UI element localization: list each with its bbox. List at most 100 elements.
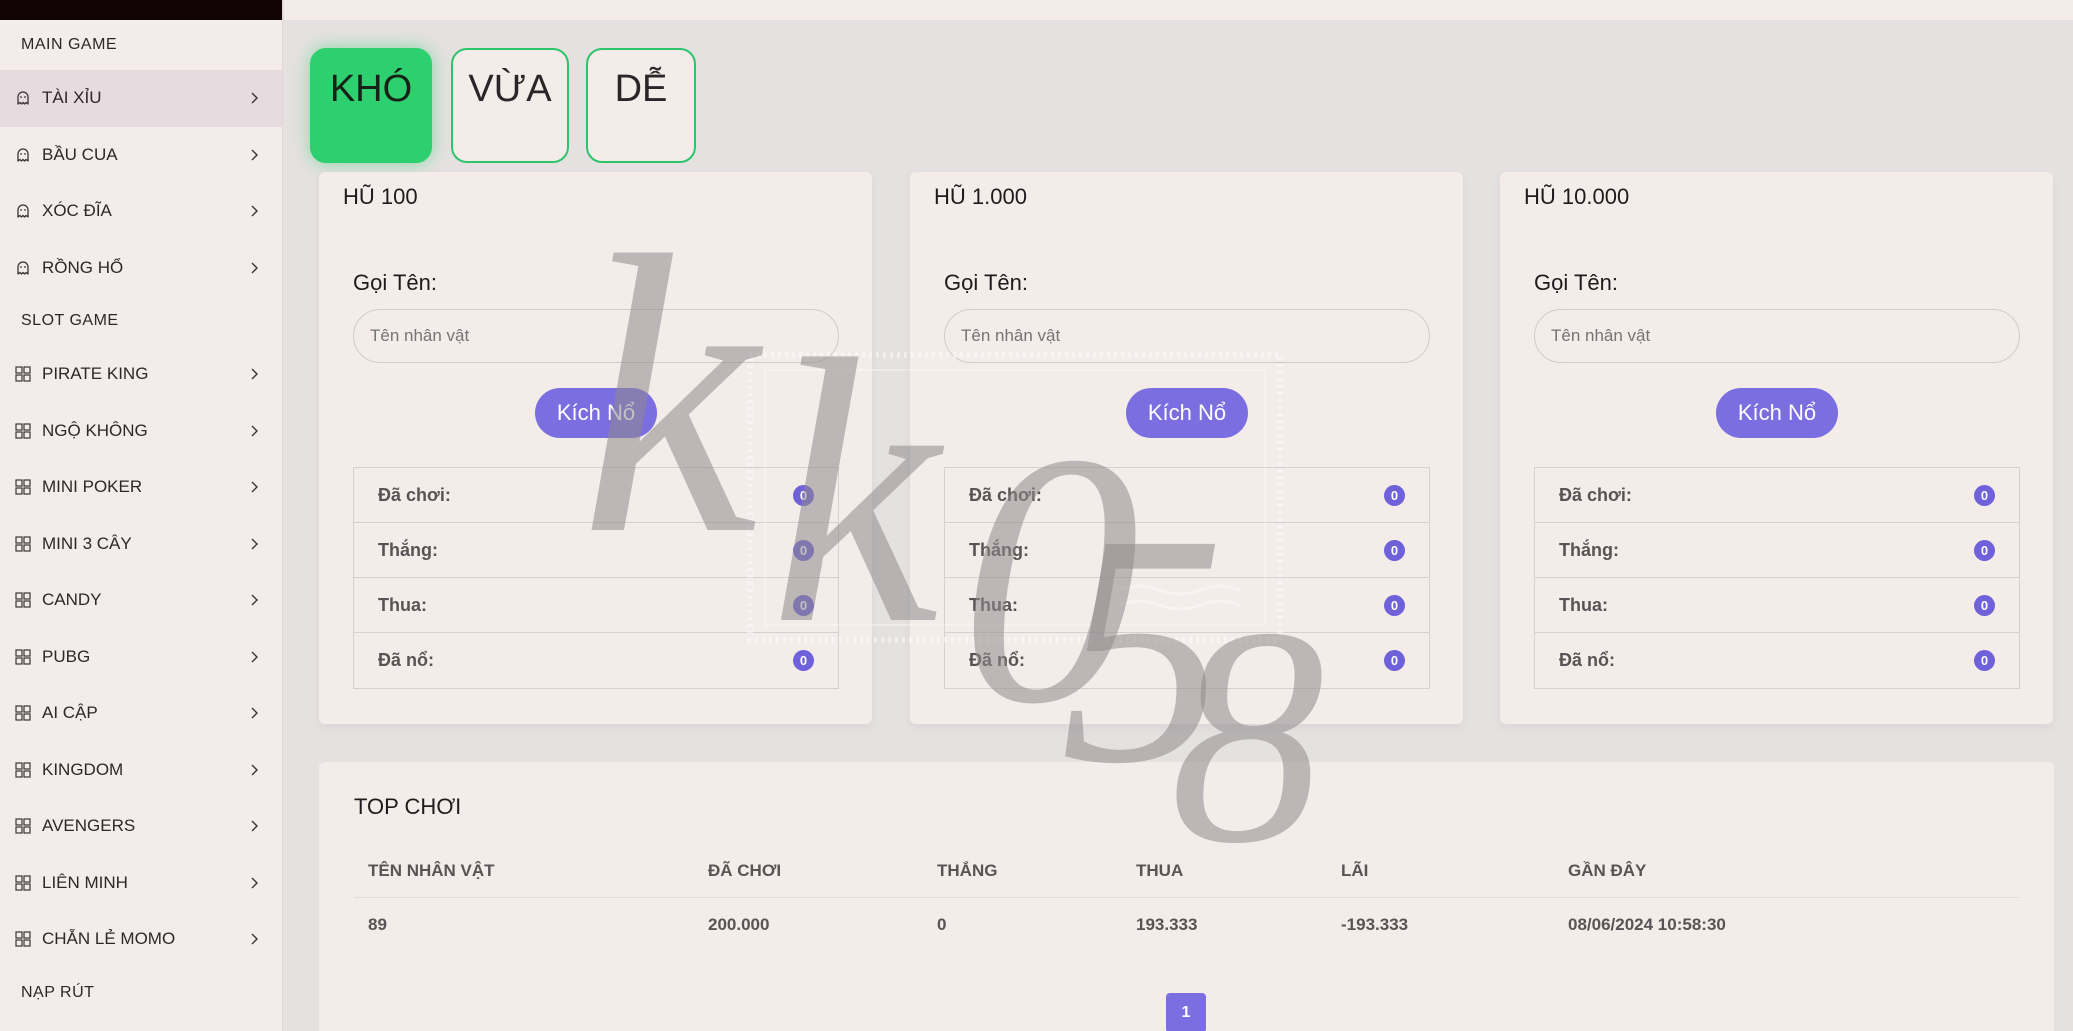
stat-badge: 0: [1384, 594, 1405, 616]
table-cell: 193.333: [1136, 914, 1198, 934]
stats-list: Đã chơi: 0 Thắng: 0 Thua: 0 Đã nổ: 0: [353, 467, 839, 689]
column-header: THẮNG: [937, 861, 998, 880]
chevron-right-icon: [248, 481, 260, 493]
stat-label: Đã nổ:: [1559, 650, 1615, 670]
sidebar-item-mini-poker[interactable]: MINI POKER: [0, 459, 282, 516]
sidebar-item-chan-le-momo[interactable]: CHẴN LẺ MOMO: [0, 911, 282, 968]
sidebar-item-ngo-khong[interactable]: NGỘ KHÔNG: [0, 403, 282, 460]
stat-label: Đã chơi:: [378, 484, 451, 505]
tab-de[interactable]: DỄ: [586, 48, 696, 163]
column-header: THUA: [1136, 861, 1184, 880]
stat-badge: 0: [793, 650, 814, 671]
sidebar-item-label: TÀI XỈU: [42, 88, 102, 108]
sidebar-item-label: LIÊN MINH: [42, 872, 128, 892]
sidebar-item-rong-ho[interactable]: RỒNG HỔ: [0, 240, 282, 297]
stat-label: Thắng:: [969, 539, 1029, 560]
grid-icon: [14, 817, 32, 835]
sidebar-item-label: MINI POKER: [42, 477, 143, 497]
chevron-right-icon: [248, 594, 260, 606]
grid-icon: [14, 648, 32, 666]
sidebar-item-pubg[interactable]: PUBG: [0, 629, 282, 686]
stat-won: Thắng: 0: [945, 523, 1429, 578]
stat-label: Thua:: [1559, 594, 1608, 615]
stat-label: Thua:: [378, 594, 427, 615]
stat-played: Đã chơi: 0: [354, 468, 838, 523]
sidebar-item-candy[interactable]: CANDY: [0, 572, 282, 629]
chevron-right-icon: [248, 205, 260, 217]
stat-lost: Thua: 0: [1535, 578, 2019, 633]
stats-list: Đã chơi: 0 Thắng: 0 Thua: 0 Đã nổ: 0: [944, 467, 1430, 689]
top-players-table: TÊN NHÂN VẬT ĐÃ CHƠI THẮNG THUA LÃI GẦN …: [354, 845, 2019, 951]
card-title: HŨ 1.000: [934, 184, 1027, 209]
chevron-right-icon: [248, 820, 260, 832]
sidebar-item-ai-cap[interactable]: AI CẬP: [0, 685, 282, 742]
column-header: ĐÃ CHƠI: [708, 861, 782, 880]
section-title-nap-rut: NẠP RÚT: [21, 983, 95, 1001]
column-header: GẦN ĐÂY: [1568, 861, 1647, 880]
stat-label: Đã nổ:: [969, 650, 1025, 670]
character-name-input[interactable]: [1534, 309, 2020, 363]
sidebar-item-bau-cua[interactable]: BẦU CUA: [0, 127, 282, 184]
stat-badge: 0: [1384, 484, 1405, 506]
chevron-right-icon: [248, 92, 260, 104]
stat-label: Đã chơi:: [969, 484, 1042, 505]
sidebar-item-tai-xiu[interactable]: TÀI XỈU: [0, 70, 282, 127]
chevron-right-icon: [248, 877, 260, 889]
chevron-right-icon: [248, 425, 260, 437]
trigger-jackpot-button[interactable]: Kích Nổ: [1126, 388, 1248, 438]
stat-won: Thắng: 0: [1535, 523, 2019, 578]
tab-vua[interactable]: VỪA: [451, 48, 569, 163]
stat-label: Đã nổ:: [378, 650, 434, 670]
sidebar-item-label: MINI 3 CÂY: [42, 533, 132, 553]
stat-lost: Thua: 0: [945, 578, 1429, 633]
sidebar-item-label: CANDY: [42, 590, 102, 610]
sidebar-item-label: PIRATE KING: [42, 364, 149, 384]
grid-icon: [14, 535, 32, 553]
stat-exploded: Đã nổ: 0: [354, 633, 838, 688]
grid-icon: [14, 761, 32, 779]
grid-icon: [14, 930, 32, 948]
chevron-right-icon: [248, 538, 260, 550]
difficulty-tabs: KHÓ VỪA DỄ: [310, 48, 696, 163]
tab-kho[interactable]: KHÓ: [310, 48, 432, 163]
sidebar-item-label: AI CẬP: [42, 703, 98, 723]
column-header: TÊN NHÂN VẬT: [368, 861, 495, 880]
name-label: Gọi Tên:: [353, 270, 437, 295]
table-cell: 0: [937, 914, 947, 934]
character-name-input[interactable]: [353, 309, 839, 363]
sidebar-item-label: NGỘ KHÔNG: [42, 420, 148, 440]
column-header: LÃI: [1341, 861, 1369, 880]
sidebar-item-avengers[interactable]: AVENGERS: [0, 798, 282, 855]
grid-icon: [14, 365, 32, 383]
table-header: TÊN NHÂN VẬT ĐÃ CHƠI THẮNG THUA LÃI GẦN …: [354, 845, 2019, 898]
sidebar-item-lien-minh[interactable]: LIÊN MINH: [0, 855, 282, 912]
name-label: Gọi Tên:: [1534, 270, 1618, 295]
sidebar-item-pirate-king[interactable]: PIRATE KING: [0, 346, 282, 403]
jackpot-card-1000: HŨ 1.000 Gọi Tên: Kích Nổ Đã chơi: 0 Thắn…: [910, 172, 1463, 724]
trigger-jackpot-button[interactable]: Kích Nổ: [535, 388, 657, 438]
sidebar-item-label: PUBG: [42, 646, 91, 666]
chevron-right-icon: [248, 707, 260, 719]
stat-won: Thắng: 0: [354, 523, 838, 578]
chevron-right-icon: [248, 651, 260, 663]
stat-badge: 0: [1384, 539, 1405, 561]
sidebar-item-xoc-dia[interactable]: XÓC ĐĨA: [0, 183, 282, 240]
sidebar-item-mini-3-cay[interactable]: MINI 3 CÂY: [0, 516, 282, 573]
stat-badge: 0: [1974, 650, 1995, 671]
brand-bar: [0, 0, 282, 20]
stat-badge: 0: [793, 594, 814, 616]
table-cell: 89: [368, 914, 387, 934]
card-title: HŨ 10.000: [1524, 184, 1630, 209]
sidebar-item-label: BẦU CUA: [42, 144, 118, 164]
character-name-input[interactable]: [944, 309, 1430, 363]
table-row: 89 200.000 0 193.333 -193.333 08/06/2024…: [354, 898, 2019, 951]
sidebar-item-label: XÓC ĐĨA: [42, 201, 112, 221]
chevron-right-icon: [248, 149, 260, 161]
stat-badge: 0: [793, 484, 814, 506]
stat-lost: Thua: 0: [354, 578, 838, 633]
pagination-page-button[interactable]: 1: [1166, 993, 1206, 1031]
grid-icon: [14, 874, 32, 892]
trigger-jackpot-button[interactable]: Kích Nổ: [1716, 388, 1838, 438]
sidebar-item-kingdom[interactable]: KINGDOM: [0, 742, 282, 799]
grid-icon: [14, 478, 32, 496]
